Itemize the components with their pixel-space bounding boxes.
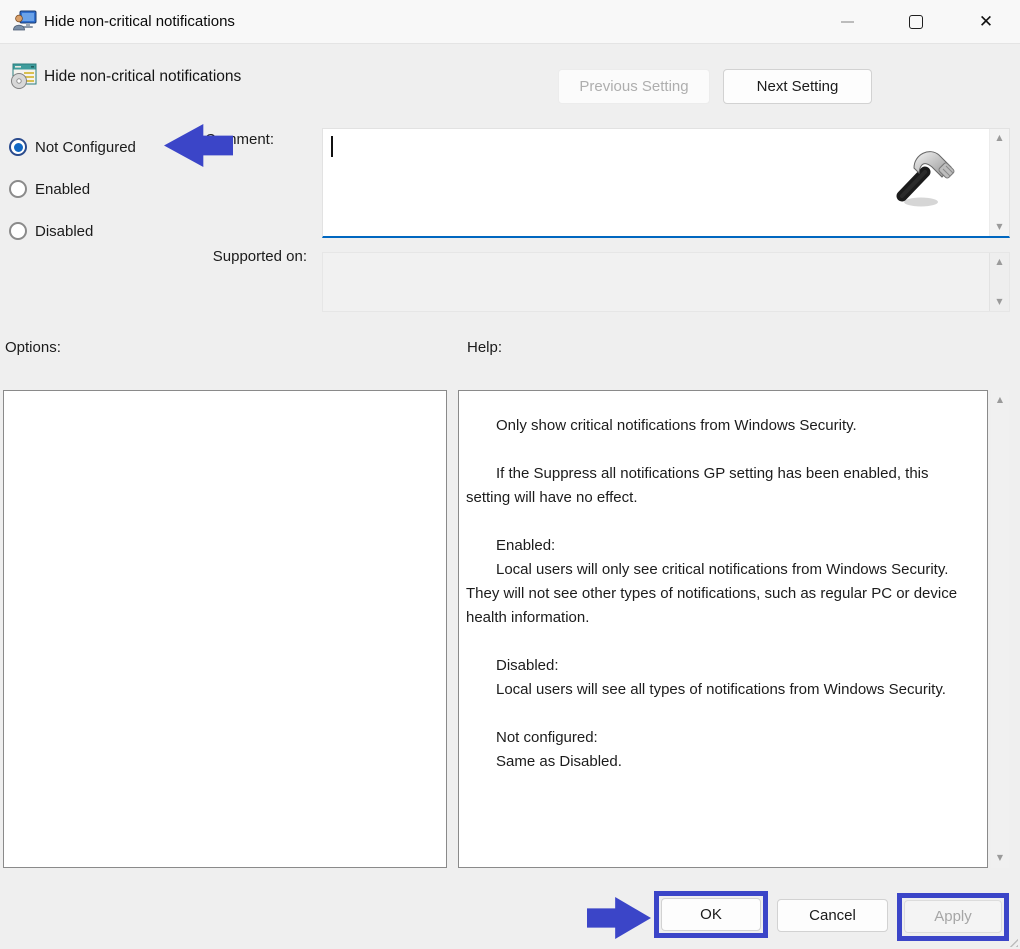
- resize-grip[interactable]: [1008, 937, 1018, 947]
- radio-unselected-icon: [9, 180, 27, 198]
- help-paragraph: Only show critical notifications from Wi…: [496, 417, 857, 434]
- help-label: Help:: [467, 339, 503, 356]
- annotation-highlight-ok: OK: [654, 891, 768, 938]
- help-paragraph: [466, 510, 975, 534]
- scroll-up-icon[interactable]: ▲: [996, 134, 1002, 142]
- close-button[interactable]: ✕: [963, 0, 1009, 44]
- window-title: Hide non-critical notifications: [44, 13, 235, 30]
- previous-setting-button[interactable]: Previous Setting: [558, 69, 710, 104]
- maximize-icon: [909, 15, 923, 29]
- scroll-up-icon[interactable]: ▲: [997, 396, 1003, 404]
- help-paragraph: Enabled:: [496, 537, 556, 554]
- hammer-cursor-icon: [896, 151, 955, 207]
- setting-title: Hide non-critical notifications: [44, 68, 242, 85]
- radio-label: Enabled: [35, 180, 91, 198]
- help-paragraph: [466, 702, 975, 726]
- help-paragraph: Not configured:: [496, 729, 598, 746]
- annotation-arrow-right-icon: [587, 897, 651, 939]
- supported-on-box: ▲ ▼: [322, 252, 1010, 312]
- policy-setting-icon: [11, 63, 37, 89]
- help-paragraph: Same as Disabled.: [496, 753, 622, 770]
- ok-button[interactable]: OK: [661, 898, 761, 931]
- help-paragraph: Local users will only see critical notif…: [466, 561, 958, 626]
- title-bar: Hide non-critical notifications ✕: [0, 0, 1020, 44]
- help-scrollbar[interactable]: ▲ ▼: [991, 390, 1009, 868]
- options-panel: [3, 390, 447, 868]
- help-panel: Only show critical notifications from Wi…: [458, 390, 988, 868]
- comment-scrollbar[interactable]: ▲ ▼: [989, 129, 1009, 236]
- next-setting-button[interactable]: Next Setting: [723, 69, 872, 104]
- maximize-button[interactable]: [893, 0, 939, 44]
- group-policy-app-icon: [13, 10, 37, 31]
- radio-selected-icon: [9, 138, 27, 156]
- close-icon: ✕: [978, 11, 994, 32]
- help-paragraph: [466, 438, 975, 462]
- scroll-down-icon[interactable]: ▼: [997, 854, 1003, 862]
- minimize-button[interactable]: [824, 0, 870, 44]
- radio-label: Disabled: [35, 222, 94, 240]
- help-paragraph: [466, 630, 975, 654]
- minimize-icon: [840, 21, 854, 23]
- radio-enabled[interactable]: Enabled: [9, 178, 90, 200]
- radio-not-configured[interactable]: Not Configured: [9, 136, 136, 158]
- supported-on-label: Supported on:: [212, 248, 307, 265]
- scroll-down-icon[interactable]: ▼: [996, 223, 1002, 231]
- scroll-down-icon: ▼: [996, 297, 1003, 306]
- help-paragraph: If the Suppress all notifications GP set…: [466, 465, 929, 506]
- scroll-up-icon: ▲: [996, 257, 1003, 266]
- supported-on-scrollbar: ▲ ▼: [989, 253, 1009, 311]
- text-caret: [331, 136, 333, 157]
- radio-disabled[interactable]: Disabled: [9, 220, 93, 242]
- radio-label: Not Configured: [35, 138, 136, 156]
- apply-button[interactable]: Apply: [904, 900, 1002, 933]
- annotation-highlight-apply: Apply: [897, 893, 1009, 941]
- help-paragraph: Local users will see all types of notifi…: [496, 681, 946, 698]
- options-label: Options:: [5, 339, 61, 356]
- cancel-button[interactable]: Cancel: [777, 899, 888, 932]
- help-paragraph: Disabled:: [496, 657, 559, 674]
- radio-unselected-icon: [9, 222, 27, 240]
